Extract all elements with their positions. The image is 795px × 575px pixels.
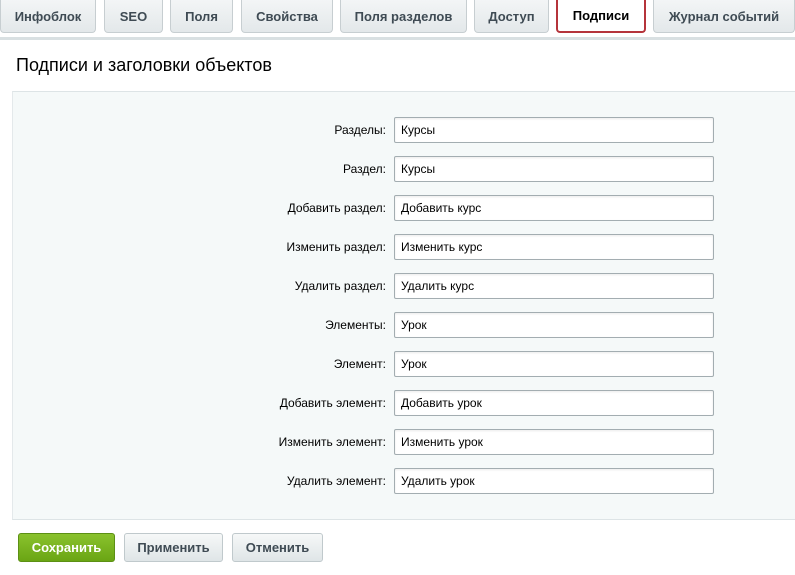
field-label-edit-section: Изменить раздел:: [286, 240, 386, 254]
field-label-element: Элемент:: [333, 357, 386, 371]
field-row-edit-section: Изменить раздел:: [13, 234, 795, 260]
field-label-delete-section: Удалить раздел:: [294, 279, 386, 293]
tab-bar-divider: [0, 37, 795, 40]
field-row-elements: Элементы:: [13, 312, 795, 338]
save-button[interactable]: Сохранить: [18, 533, 115, 562]
field-row-add-element: Добавить элемент:: [13, 390, 795, 416]
section-input[interactable]: [394, 156, 714, 182]
tab-event-log[interactable]: Журнал событий: [653, 0, 795, 33]
field-row-delete-section: Удалить раздел:: [13, 273, 795, 299]
field-label-add-element: Добавить элемент:: [279, 396, 386, 410]
captions-form-panel: Разделы: Раздел: Добавить раздел: Измени…: [12, 91, 795, 520]
field-label-elements: Элементы:: [325, 318, 386, 332]
elements-input[interactable]: [394, 312, 714, 338]
tab-seo[interactable]: SEO: [104, 0, 163, 33]
field-row-delete-element: Удалить элемент:: [13, 468, 795, 494]
sections-input[interactable]: [394, 117, 714, 143]
tab-properties[interactable]: Свойства: [241, 0, 333, 33]
field-row-element: Элемент:: [13, 351, 795, 377]
field-row-sections: Разделы:: [13, 117, 795, 143]
field-label-section: Раздел:: [343, 162, 386, 176]
edit-element-input[interactable]: [394, 429, 714, 455]
apply-button[interactable]: Применить: [124, 533, 223, 562]
edit-section-input[interactable]: [394, 234, 714, 260]
field-label-add-section: Добавить раздел:: [287, 201, 386, 215]
delete-element-input[interactable]: [394, 468, 714, 494]
page-title: Подписи и заголовки объектов: [16, 55, 272, 75]
add-element-input[interactable]: [394, 390, 714, 416]
tab-section-fields[interactable]: Поля разделов: [340, 0, 467, 33]
add-section-input[interactable]: [394, 195, 714, 221]
cancel-button[interactable]: Отменить: [232, 533, 323, 562]
tab-infoblock[interactable]: Инфоблок: [0, 0, 96, 33]
tab-access[interactable]: Доступ: [474, 0, 549, 33]
field-row-section: Раздел:: [13, 156, 795, 182]
field-label-sections: Разделы:: [334, 123, 386, 137]
tab-fields[interactable]: Поля: [170, 0, 233, 33]
tab-captions[interactable]: Подписи: [556, 0, 646, 33]
element-input[interactable]: [394, 351, 714, 377]
field-label-delete-element: Удалить элемент:: [286, 474, 386, 488]
field-label-edit-element: Изменить элемент:: [278, 435, 386, 449]
field-row-add-section: Добавить раздел:: [13, 195, 795, 221]
field-row-edit-element: Изменить элемент:: [13, 429, 795, 455]
delete-section-input[interactable]: [394, 273, 714, 299]
tab-bar: Инфоблок SEO Поля Свойства Поля разделов…: [0, 0, 795, 40]
